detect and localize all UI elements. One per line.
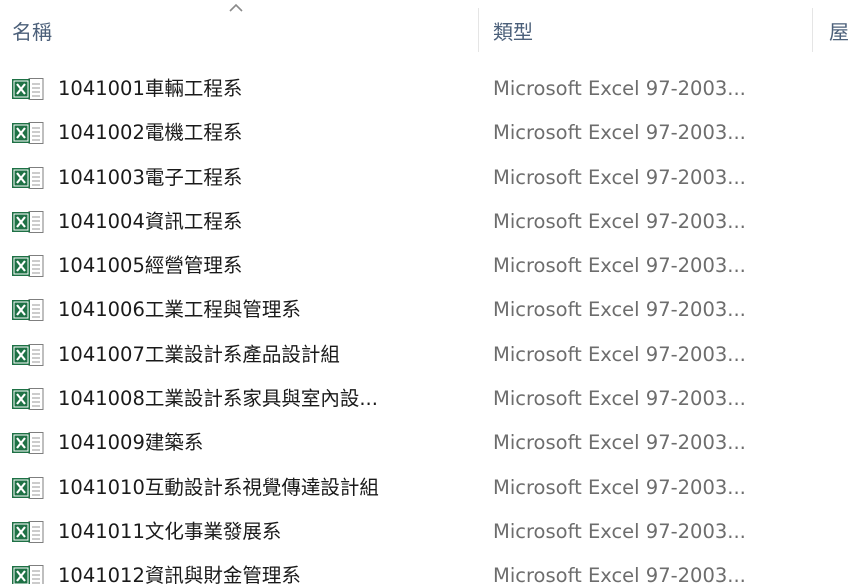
file-type: Microsoft Excel 97-2003... bbox=[493, 77, 746, 100]
file-type: Microsoft Excel 97-2003... bbox=[493, 209, 746, 233]
excel-file-icon bbox=[12, 166, 44, 189]
file-row[interactable]: 1041007工業設計系產品設計組 Microsoft Excel 97-200… bbox=[0, 333, 851, 377]
column-header-bar: 名稱 類型 屋 bbox=[0, 0, 851, 60]
excel-file-icon bbox=[12, 432, 44, 455]
excel-file-icon bbox=[12, 122, 44, 145]
file-name: 1041012資訊與財金管理系 bbox=[58, 564, 301, 584]
file-name: 1041009建築系 bbox=[58, 431, 204, 455]
excel-file-icon bbox=[12, 78, 44, 100]
file-name: 1041011文化事業發展系 bbox=[58, 519, 282, 543]
file-row[interactable]: 1041009建築系 Microsoft Excel 97-2003... bbox=[0, 421, 851, 465]
file-name: 1041004資訊工程系 bbox=[58, 209, 243, 233]
file-name: 1041001車輛工程系 bbox=[58, 77, 243, 100]
file-name: 1041002電機工程系 bbox=[58, 121, 243, 145]
excel-file-icon bbox=[12, 565, 44, 584]
file-type: Microsoft Excel 97-2003... bbox=[493, 387, 746, 411]
file-row[interactable]: 1041011文化事業發展系 Microsoft Excel 97-2003..… bbox=[0, 510, 851, 554]
file-name: 1041007工業設計系產品設計組 bbox=[58, 342, 340, 366]
excel-file-icon bbox=[12, 343, 44, 366]
column-header-type-label: 類型 bbox=[493, 19, 533, 44]
column-header-size[interactable]: 屋 bbox=[812, 0, 851, 60]
excel-file-icon bbox=[12, 299, 44, 322]
file-name: 1041005經營管理系 bbox=[58, 254, 243, 278]
file-explorer-details-view: 名稱 類型 屋 1041001車輛工程系 Microsoft Excel 97-… bbox=[0, 0, 851, 584]
file-row[interactable]: 1041006工業工程與管理系 Microsoft Excel 97-2003.… bbox=[0, 288, 851, 332]
file-type: Microsoft Excel 97-2003... bbox=[493, 564, 746, 584]
excel-file-icon bbox=[12, 520, 44, 543]
file-row[interactable]: 1041005經營管理系 Microsoft Excel 97-2003... bbox=[0, 244, 851, 288]
file-type: Microsoft Excel 97-2003... bbox=[493, 342, 746, 366]
excel-file-icon bbox=[12, 388, 44, 411]
file-row[interactable]: 1041001車輛工程系 Microsoft Excel 97-2003... bbox=[0, 67, 851, 111]
excel-file-icon bbox=[12, 255, 44, 278]
file-type: Microsoft Excel 97-2003... bbox=[493, 431, 746, 455]
file-row[interactable]: 1041008工業設計系家具與室內設... Microsoft Excel 97… bbox=[0, 377, 851, 421]
file-row[interactable]: 1041012資訊與財金管理系 Microsoft Excel 97-2003.… bbox=[0, 554, 851, 584]
file-type: Microsoft Excel 97-2003... bbox=[493, 519, 746, 543]
file-row[interactable]: 1041003電子工程系 Microsoft Excel 97-2003... bbox=[0, 156, 851, 200]
file-row[interactable]: 1041004資訊工程系 Microsoft Excel 97-2003... bbox=[0, 200, 851, 244]
file-row[interactable]: 1041002電機工程系 Microsoft Excel 97-2003... bbox=[0, 111, 851, 155]
file-name: 1041010互動設計系視覺傳達設計組 bbox=[58, 475, 379, 499]
sort-ascending-icon bbox=[229, 3, 243, 12]
excel-file-icon bbox=[12, 210, 44, 233]
file-name: 1041008工業設計系家具與室內設... bbox=[58, 387, 378, 411]
file-type: Microsoft Excel 97-2003... bbox=[493, 475, 746, 499]
excel-file-icon bbox=[12, 476, 44, 499]
column-header-type[interactable]: 類型 bbox=[478, 0, 812, 60]
file-name: 1041003電子工程系 bbox=[58, 165, 243, 189]
file-name: 1041006工業工程與管理系 bbox=[58, 298, 301, 322]
file-type: Microsoft Excel 97-2003... bbox=[493, 254, 746, 278]
file-type: Microsoft Excel 97-2003... bbox=[493, 165, 746, 189]
file-type: Microsoft Excel 97-2003... bbox=[493, 121, 746, 145]
file-type: Microsoft Excel 97-2003... bbox=[493, 298, 746, 322]
column-header-size-label: 屋 bbox=[829, 19, 849, 44]
file-row[interactable]: 1041010互動設計系視覺傳達設計組 Microsoft Excel 97-2… bbox=[0, 466, 851, 510]
column-header-name-label: 名稱 bbox=[12, 19, 52, 44]
file-list: 1041001車輛工程系 Microsoft Excel 97-2003... … bbox=[0, 67, 851, 584]
